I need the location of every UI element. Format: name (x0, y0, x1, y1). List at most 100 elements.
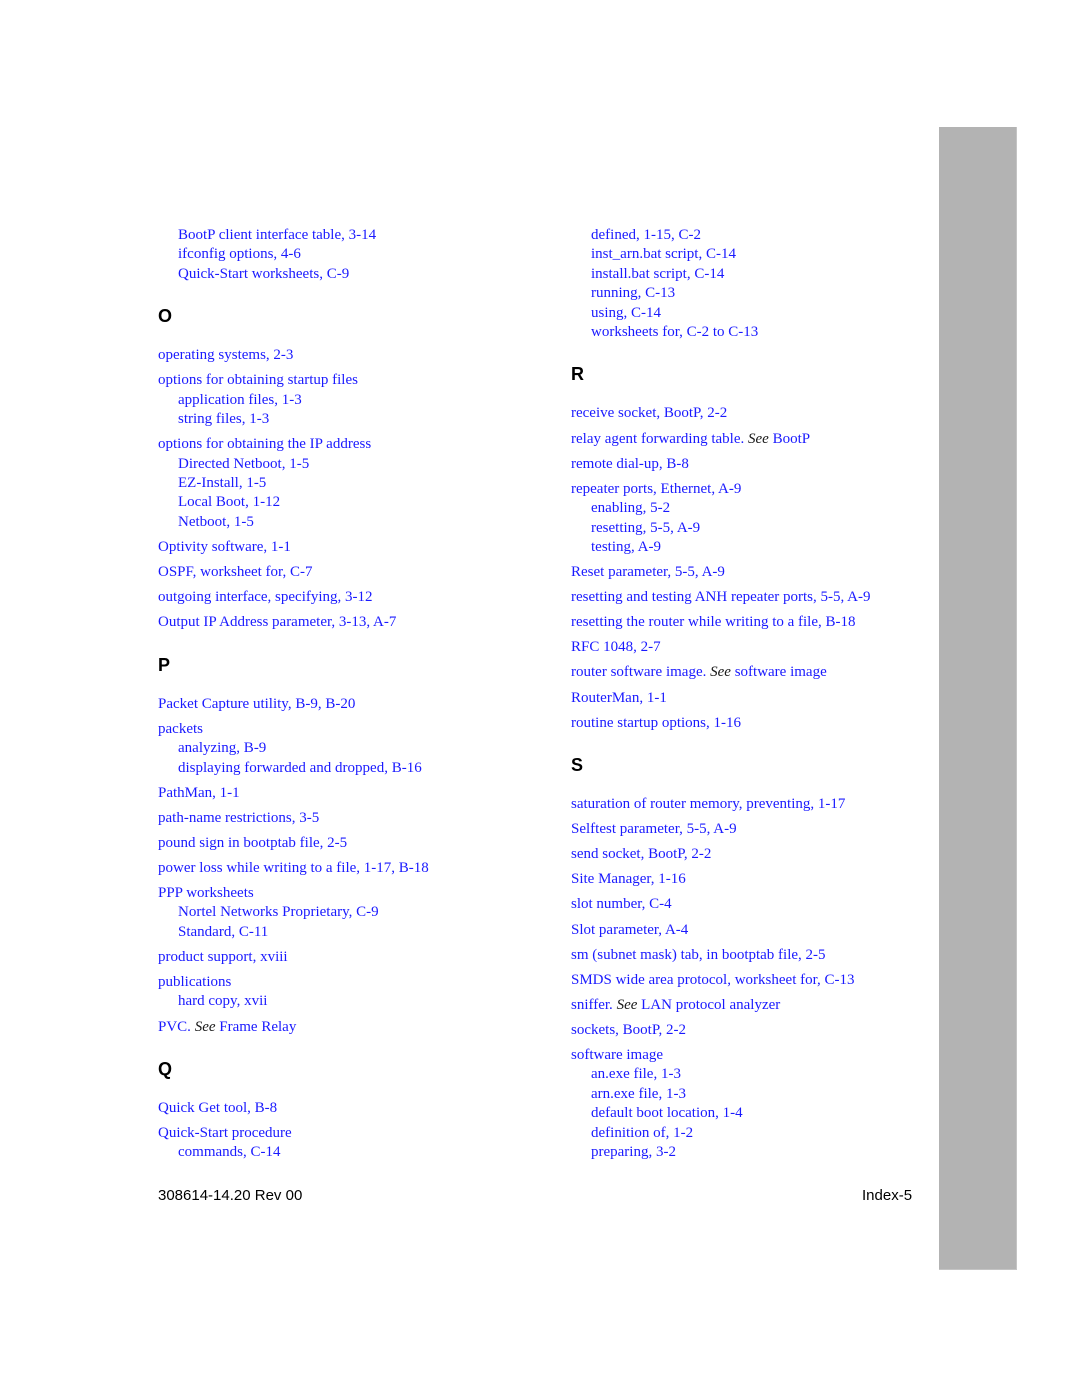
index-entry-text[interactable]: router software image. (571, 664, 710, 680)
index-subentry[interactable]: displaying forwarded and dropped, B-16 (158, 759, 422, 778)
index-subentry[interactable]: EZ-Install, 1-5 (158, 474, 266, 493)
index-subentry[interactable]: commands, C-14 (158, 1143, 281, 1162)
index-entry[interactable]: publications (158, 973, 231, 992)
index-entry-text[interactable]: arn.exe file, 1-3 (591, 1086, 686, 1102)
index-entry-text[interactable]: Reset parameter, 5-5, A-9 (571, 564, 725, 580)
index-entry-text[interactable]: an.exe file, 1-3 (591, 1066, 681, 1082)
index-entry-text[interactable]: application files, 1-3 (178, 392, 302, 408)
index-entry-text[interactable]: worksheets for, C-2 to C-13 (591, 324, 758, 340)
index-subentry[interactable]: analyzing, B-9 (158, 739, 266, 758)
index-entry[interactable]: product support, xviii (158, 948, 288, 967)
index-entry-text[interactable]: enabling, 5-2 (591, 500, 670, 516)
index-entry-text[interactable]: definition of, 1-2 (591, 1125, 693, 1141)
index-entry-text[interactable]: publications (158, 974, 231, 990)
index-entry[interactable]: saturation of router memory, preventing,… (571, 795, 845, 814)
index-entry-text[interactable]: slot number, C-4 (571, 896, 672, 912)
index-entry[interactable]: resetting the router while writing to a … (571, 613, 856, 632)
index-subentry[interactable]: ifconfig options, 4-6 (158, 245, 301, 264)
index-entry-text[interactable]: resetting the router while writing to a … (571, 614, 856, 630)
index-subentry[interactable]: definition of, 1-2 (571, 1124, 693, 1143)
index-entry[interactable]: Quick-Start procedure (158, 1124, 292, 1143)
index-entry[interactable]: RouterMan, 1-1 (571, 689, 667, 708)
index-entry-text[interactable]: saturation of router memory, preventing,… (571, 796, 845, 812)
index-entry-text[interactable]: send socket, BootP, 2-2 (571, 846, 711, 862)
index-entry-text[interactable]: Output IP Address parameter, 3-13, A-7 (158, 614, 396, 630)
index-entry[interactable]: router software image. See software imag… (571, 663, 827, 682)
index-entry-text[interactable]: PPP worksheets (158, 885, 254, 901)
index-entry[interactable]: routine startup options, 1-16 (571, 714, 741, 733)
index-entry-text[interactable]: options for obtaining startup files (158, 372, 358, 388)
index-entry[interactable]: SMDS wide area protocol, worksheet for, … (571, 971, 855, 990)
index-entry[interactable]: Slot parameter, A-4 (571, 921, 688, 940)
index-subentry[interactable]: defined, 1-15, C-2 (571, 226, 701, 245)
index-entry-text[interactable]: Optivity software, 1-1 (158, 539, 291, 555)
index-subentry[interactable]: enabling, 5-2 (571, 499, 670, 518)
index-entry-text[interactable]: OSPF, worksheet for, C-7 (158, 564, 312, 580)
index-subentry[interactable]: Directed Netboot, 1-5 (158, 455, 309, 474)
index-entry-text[interactable]: power loss while writing to a file, 1-17… (158, 860, 429, 876)
index-entry[interactable]: sniffer. See LAN protocol analyzer (571, 996, 780, 1015)
index-entry-text[interactable]: preparing, 3-2 (591, 1144, 676, 1160)
index-entry-text[interactable]: options for obtaining the IP address (158, 436, 371, 452)
index-entry[interactable]: path-name restrictions, 3-5 (158, 809, 319, 828)
index-entry[interactable]: packets (158, 720, 203, 739)
index-subentry[interactable]: inst_arn.bat script, C-14 (571, 245, 736, 264)
index-entry-text[interactable]: operating systems, 2-3 (158, 347, 293, 363)
index-entry-text[interactable]: PathMan, 1-1 (158, 785, 240, 801)
index-entry-text[interactable]: product support, xviii (158, 949, 288, 965)
index-entry-text[interactable]: remote dial-up, B-8 (571, 456, 689, 472)
index-subentry[interactable]: arn.exe file, 1-3 (571, 1085, 686, 1104)
index-entry-text[interactable]: SMDS wide area protocol, worksheet for, … (571, 972, 855, 988)
index-subentry[interactable]: Standard, C-11 (158, 923, 268, 942)
index-subentry[interactable]: BootP client interface table, 3-14 (158, 226, 376, 245)
index-subentry[interactable]: string files, 1-3 (158, 410, 269, 429)
index-subentry[interactable]: worksheets for, C-2 to C-13 (571, 323, 758, 342)
index-entry-text[interactable]: ifconfig options, 4-6 (178, 246, 301, 262)
index-entry[interactable]: Reset parameter, 5-5, A-9 (571, 563, 725, 582)
index-entry-text[interactable]: Quick Get tool, B-8 (158, 1100, 277, 1116)
index-entry-text[interactable]: defined, 1-15, C-2 (591, 227, 701, 243)
index-entry[interactable]: Packet Capture utility, B-9, B-20 (158, 695, 355, 714)
index-entry[interactable]: slot number, C-4 (571, 895, 672, 914)
index-entry[interactable]: receive socket, BootP, 2-2 (571, 404, 727, 423)
index-subentry[interactable]: Quick-Start worksheets, C-9 (158, 265, 349, 284)
index-entry-text[interactable]: EZ-Install, 1-5 (178, 475, 266, 491)
see-reference-target[interactable]: Frame Relay (216, 1019, 296, 1035)
index-entry-text[interactable]: displaying forwarded and dropped, B-16 (178, 760, 422, 776)
index-entry-text[interactable]: packets (158, 721, 203, 737)
index-entry[interactable]: PVC. See Frame Relay (158, 1018, 296, 1037)
index-entry[interactable]: operating systems, 2-3 (158, 346, 293, 365)
index-subentry[interactable]: running, C-13 (571, 284, 675, 303)
index-entry-text[interactable]: string files, 1-3 (178, 411, 269, 427)
index-entry-text[interactable]: Selftest parameter, 5-5, A-9 (571, 821, 737, 837)
index-entry-text[interactable]: Nortel Networks Proprietary, C-9 (178, 904, 379, 920)
index-entry[interactable]: OSPF, worksheet for, C-7 (158, 563, 312, 582)
index-entry[interactable]: outgoing interface, specifying, 3-12 (158, 588, 373, 607)
index-entry-text[interactable]: pound sign in bootptab file, 2-5 (158, 835, 347, 851)
index-entry-text[interactable]: Standard, C-11 (178, 924, 268, 940)
index-entry-text[interactable]: resetting and testing ANH repeater ports… (571, 589, 871, 605)
index-entry[interactable]: sockets, BootP, 2-2 (571, 1021, 686, 1040)
index-entry-text[interactable]: Packet Capture utility, B-9, B-20 (158, 696, 355, 712)
index-entry[interactable]: relay agent forwarding table. See BootP (571, 430, 810, 449)
index-subentry[interactable]: hard copy, xvii (158, 992, 267, 1011)
index-entry[interactable]: software image (571, 1046, 663, 1065)
index-entry-text[interactable]: commands, C-14 (178, 1144, 281, 1160)
index-entry-text[interactable]: testing, A-9 (591, 539, 661, 555)
index-entry-text[interactable]: analyzing, B-9 (178, 740, 266, 756)
index-entry-text[interactable]: default boot location, 1-4 (591, 1105, 743, 1121)
index-entry[interactable]: options for obtaining startup files (158, 371, 358, 390)
index-entry-text[interactable]: RFC 1048, 2-7 (571, 639, 661, 655)
index-entry-text[interactable]: Local Boot, 1-12 (178, 494, 280, 510)
see-reference-target[interactable]: software image (731, 664, 827, 680)
index-entry[interactable]: Site Manager, 1-16 (571, 870, 686, 889)
index-subentry[interactable]: using, C-14 (571, 304, 661, 323)
index-subentry[interactable]: resetting, 5-5, A-9 (571, 519, 700, 538)
index-entry-text[interactable]: outgoing interface, specifying, 3-12 (158, 589, 373, 605)
index-entry[interactable]: sm (subnet mask) tab, in bootptab file, … (571, 946, 826, 965)
index-entry[interactable]: remote dial-up, B-8 (571, 455, 689, 474)
index-entry[interactable]: send socket, BootP, 2-2 (571, 845, 711, 864)
index-entry[interactable]: repeater ports, Ethernet, A-9 (571, 480, 741, 499)
index-entry[interactable]: Output IP Address parameter, 3-13, A-7 (158, 613, 396, 632)
index-entry[interactable]: Selftest parameter, 5-5, A-9 (571, 820, 737, 839)
